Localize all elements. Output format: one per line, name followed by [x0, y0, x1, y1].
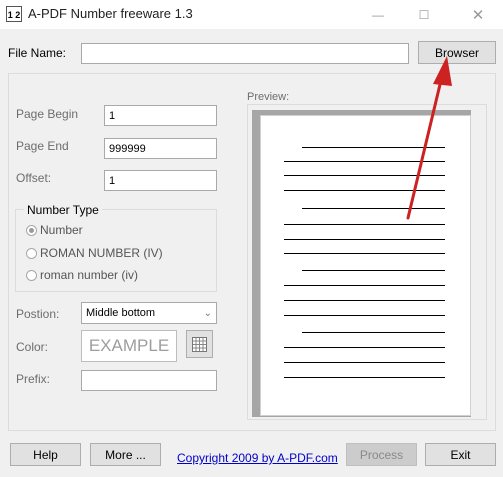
- process-button[interactable]: Process: [346, 443, 417, 466]
- annotation-arrow: [406, 56, 452, 220]
- copyright-link[interactable]: Copyright 2009 by A-PDF.com: [177, 451, 338, 465]
- exit-button[interactable]: Exit: [425, 443, 496, 466]
- more-button[interactable]: More ...: [90, 443, 161, 466]
- help-button[interactable]: Help: [10, 443, 81, 466]
